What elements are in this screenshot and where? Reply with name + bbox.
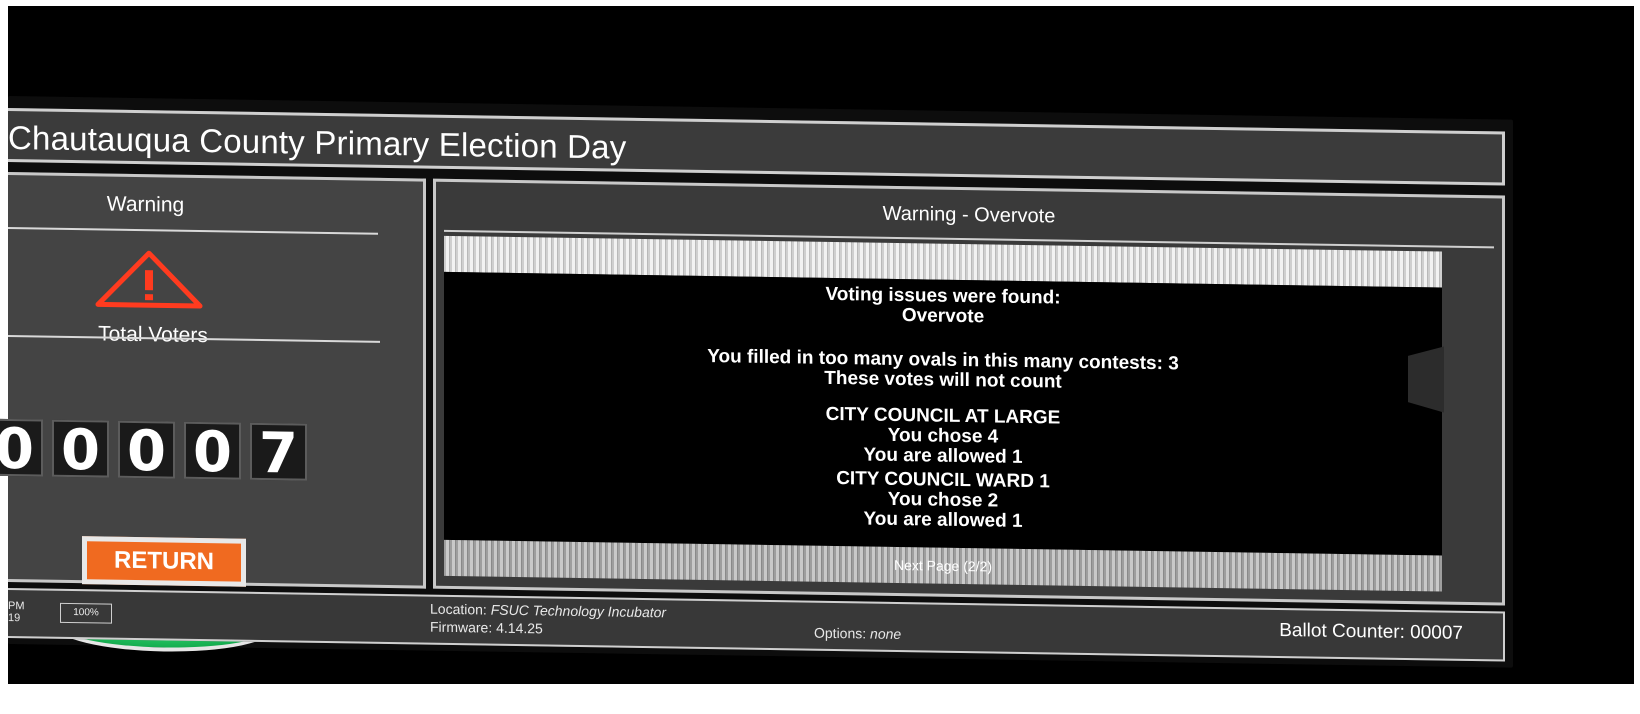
photo-border-top (0, 0, 1640, 6)
counter-digit: 7 (250, 421, 307, 487)
firmware-label: Firmware: (430, 618, 493, 636)
firmware-info: Firmware: 4.14.25 (430, 619, 543, 637)
options-info: Options: none (814, 625, 901, 642)
overvote-warning-panel: Warning - Overvote Voting issues were fo… (433, 178, 1505, 606)
side-scroll-tab[interactable] (1408, 346, 1444, 413)
warning-label: Warning (106, 192, 185, 217)
options-label: Options: (814, 624, 867, 642)
panel-title: Warning - Overvote (882, 202, 1056, 228)
firmware-value: 4.14.25 (496, 619, 543, 637)
counter-digit: 0 (0, 417, 43, 482)
time-text: PM (8, 600, 25, 613)
counter-digit: 0 (184, 420, 241, 486)
page-title: Chautauqua County Primary Election Day (8, 119, 627, 166)
date-text: 19 (8, 612, 21, 625)
battery-level: 100% (73, 607, 99, 619)
status-panel: Warning Total Voters 0 0 0 0 7 RETURN CA… (0, 172, 426, 654)
clock: PM 19 (8, 600, 25, 624)
photo-border-left (0, 0, 8, 714)
counter-digit: 0 (118, 419, 175, 484)
counter-digit: 0 (52, 418, 109, 483)
voter-counter: 0 0 0 0 7 (0, 417, 307, 487)
warning-triangle-icon (95, 250, 203, 309)
photo-border-right (1634, 0, 1640, 714)
location-value: FSUC Technology Incubator (490, 601, 667, 621)
battery-icon: 100% (60, 602, 112, 624)
voting-machine-screen: Chautauqua County Primary Election Day W… (0, 96, 1513, 668)
location-info: Location: FSUC Technology Incubator (430, 601, 666, 621)
photo-border-bottom (0, 684, 1640, 714)
title-bar: Chautauqua County Primary Election Day (8, 108, 1505, 186)
divider (8, 227, 378, 235)
location-label: Location: (430, 600, 487, 618)
message-area: Voting issues were found: Overvote You f… (444, 271, 1442, 556)
options-value: none (870, 625, 902, 643)
ballot-counter: Ballot Counter: 00007 (1279, 619, 1463, 644)
return-button[interactable]: RETURN (82, 536, 246, 587)
